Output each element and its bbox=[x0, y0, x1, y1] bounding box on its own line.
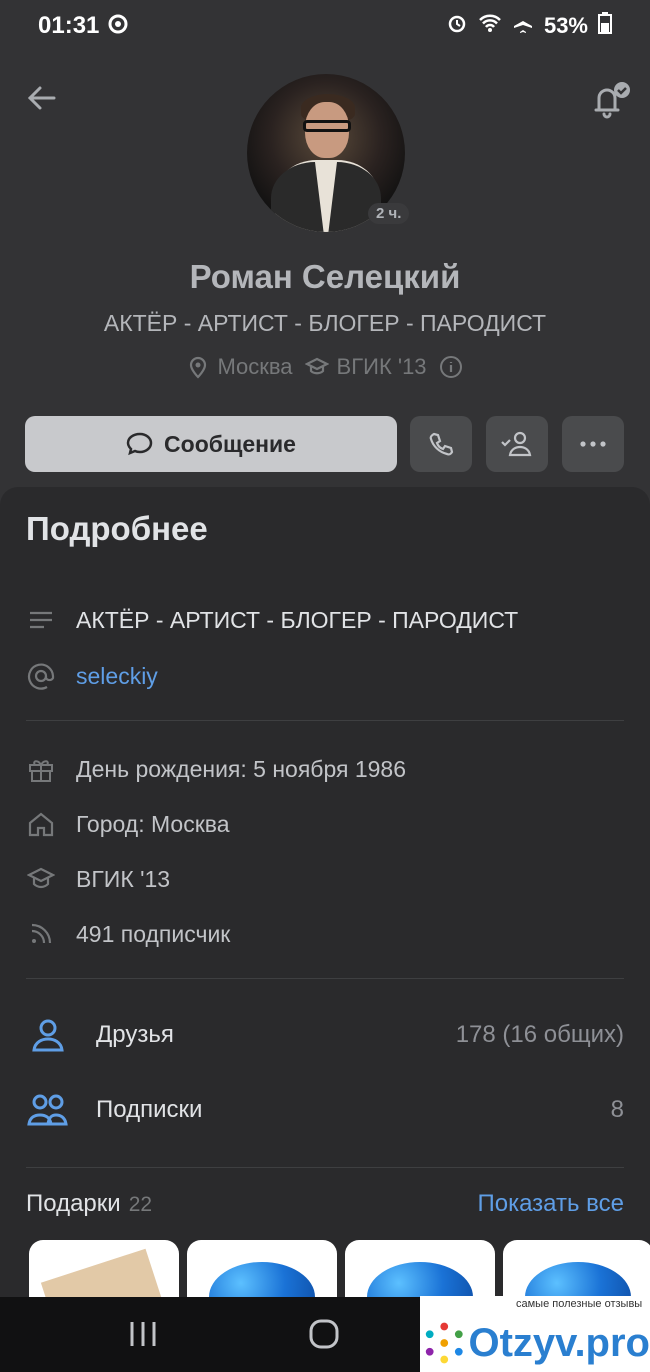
call-button[interactable] bbox=[410, 416, 472, 472]
battery-icon bbox=[598, 12, 612, 40]
profile-name: Роман Селецкий bbox=[189, 258, 461, 295]
friends-value: 178 (16 общих) bbox=[455, 1021, 624, 1048]
status-bar: 01:31 53% bbox=[0, 0, 650, 52]
more-dots-icon bbox=[580, 441, 606, 447]
detail-birthday: День рождения: 5 ноября 1986 bbox=[26, 751, 406, 787]
meta-education[interactable]: ВГИК '13 bbox=[304, 354, 427, 380]
rss-icon bbox=[26, 919, 56, 949]
message-button-label: Сообщение bbox=[164, 430, 296, 457]
detail-followers-text: 491 подписчик bbox=[76, 920, 231, 947]
info-button[interactable] bbox=[439, 355, 463, 379]
detail-about: АКТЁР - АРТИСТ - БЛОГЕР - ПАРОДИСТ bbox=[26, 602, 518, 638]
graduation-cap-icon bbox=[304, 357, 329, 375]
status-time: 01:31 bbox=[38, 12, 100, 39]
wifi-icon bbox=[478, 13, 502, 39]
users-icon bbox=[26, 1088, 70, 1132]
detail-nickname[interactable]: seleckiy bbox=[26, 658, 158, 694]
profile-meta: Москва ВГИК '13 bbox=[0, 354, 650, 380]
graduation-cap-icon bbox=[26, 864, 56, 894]
detail-birthday-text: День рождения: 5 ноября 1986 bbox=[76, 755, 406, 782]
location-pin-icon bbox=[190, 356, 207, 379]
lines-icon bbox=[26, 605, 56, 635]
home-icon bbox=[26, 809, 56, 839]
detail-about-text: АКТЁР - АРТИСТ - БЛОГЕР - ПАРОДИСТ bbox=[76, 606, 519, 633]
detail-education: ВГИК '13 bbox=[26, 861, 170, 897]
gifts-count: 22 bbox=[128, 1193, 153, 1216]
gifts-header: Подарки 22 bbox=[26, 1190, 152, 1218]
subscriptions-value: 8 bbox=[610, 1096, 624, 1123]
friends-row[interactable]: Друзья 178 (16 общих) bbox=[26, 1010, 624, 1060]
gift-icon bbox=[26, 754, 56, 784]
detail-city-text: Город: Москва bbox=[76, 810, 230, 837]
subscriptions-row[interactable]: Подписки 8 bbox=[26, 1085, 624, 1135]
online-badge: 2 ч. bbox=[368, 203, 410, 224]
user-icon bbox=[26, 1013, 70, 1057]
battery-level: 53% bbox=[543, 13, 588, 38]
more-button[interactable] bbox=[562, 416, 624, 472]
user-check-icon bbox=[501, 431, 532, 457]
detail-nickname-text[interactable]: seleckiy bbox=[76, 663, 158, 690]
watermark: самые полезные отзывы Otzyv.pro bbox=[420, 1296, 650, 1372]
home-button[interactable] bbox=[308, 1318, 340, 1350]
phone-icon bbox=[429, 432, 454, 456]
subscriptions-label: Подписки bbox=[96, 1096, 203, 1123]
at-icon bbox=[26, 661, 56, 691]
watermark-tagline: самые полезные отзывы bbox=[516, 1298, 643, 1310]
info-icon bbox=[439, 356, 462, 378]
back-button[interactable] bbox=[24, 80, 60, 116]
details-title: Подробнее bbox=[26, 510, 208, 547]
status-right: 53% bbox=[446, 12, 612, 40]
detail-followers[interactable]: 491 подписчик bbox=[26, 916, 230, 952]
friend-status-button[interactable] bbox=[486, 416, 548, 472]
divider bbox=[26, 978, 624, 979]
alarm-icon bbox=[446, 12, 468, 40]
watermark-site: Otzyv.pro bbox=[468, 1320, 650, 1365]
show-all-gifts-link[interactable]: Показать все bbox=[477, 1190, 624, 1218]
logo-icon bbox=[425, 1322, 463, 1364]
watermark-logo: Otzyv.pro bbox=[420, 1318, 650, 1368]
profile-status: АКТЁР - АРТИСТ - БЛОГЕР - ПАРОДИСТ bbox=[103, 310, 547, 336]
divider bbox=[26, 720, 624, 721]
message-button[interactable]: Сообщение bbox=[25, 416, 397, 472]
meta-education-text: ВГИК '13 bbox=[336, 354, 427, 379]
chat-bubble-icon bbox=[126, 432, 153, 456]
sync-icon bbox=[106, 12, 130, 42]
meta-city-text: Москва bbox=[217, 354, 293, 379]
airplane-icon bbox=[512, 12, 534, 40]
meta-city[interactable]: Москва bbox=[187, 354, 293, 380]
detail-education-text: ВГИК '13 bbox=[76, 865, 171, 892]
gifts-title: Подарки bbox=[26, 1190, 121, 1217]
recents-button[interactable] bbox=[128, 1320, 158, 1348]
bell-check-icon bbox=[594, 82, 630, 119]
detail-city: Город: Москва bbox=[26, 806, 230, 842]
divider bbox=[26, 1167, 624, 1168]
arrow-left-icon bbox=[27, 86, 56, 110]
notifications-toggle-button[interactable] bbox=[588, 80, 632, 120]
friends-label: Друзья bbox=[96, 1021, 174, 1048]
